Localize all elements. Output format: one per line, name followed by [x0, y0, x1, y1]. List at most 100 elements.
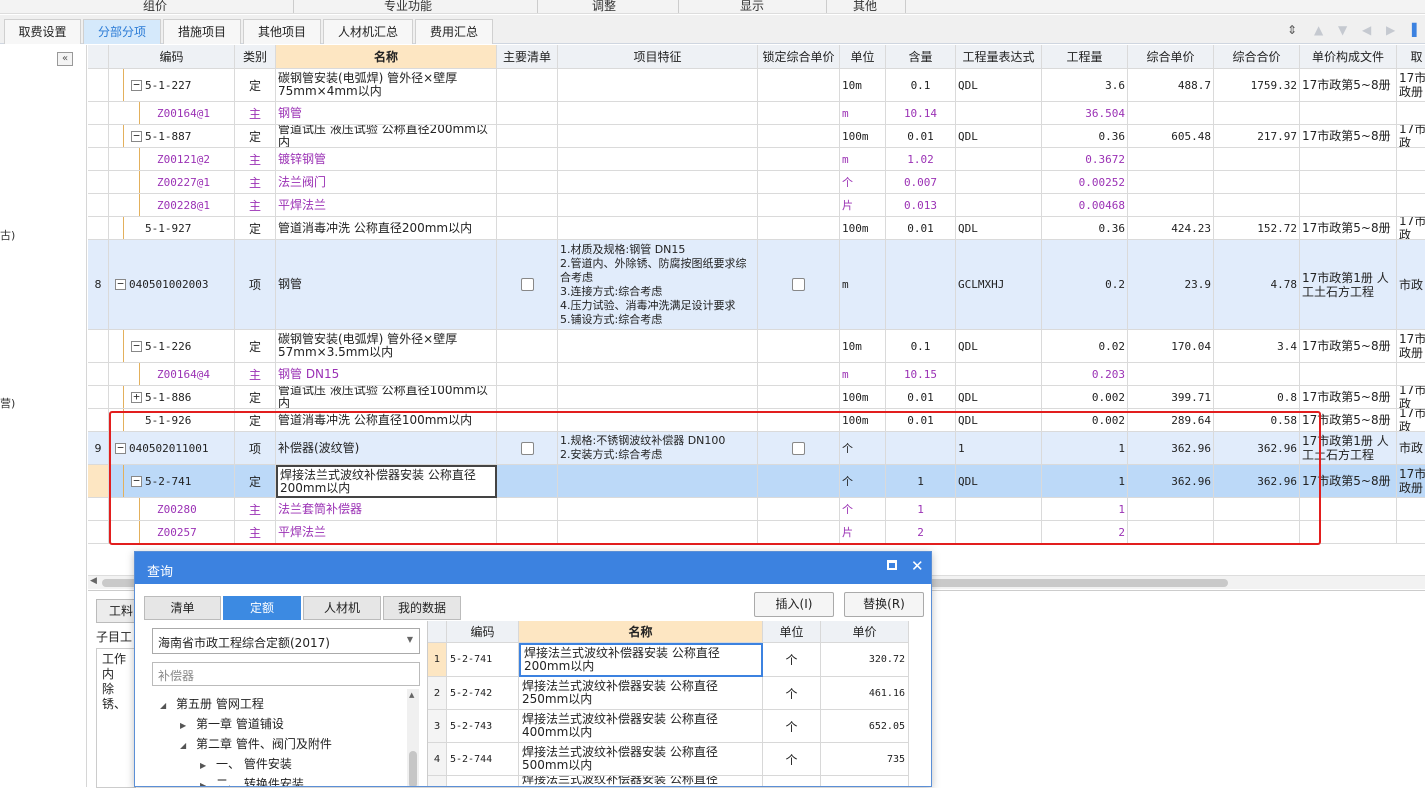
- unit-price-cell[interactable]: 362.96: [1128, 465, 1214, 498]
- header-feature[interactable]: 项目特征: [558, 45, 758, 69]
- quantity-cell[interactable]: 1: [1042, 498, 1128, 521]
- code-cell[interactable]: −040502011001: [109, 432, 235, 465]
- total-price-cell[interactable]: 1759.32: [1214, 69, 1300, 102]
- collapse-icon[interactable]: −: [131, 130, 142, 142]
- lock-price-cell[interactable]: [758, 521, 840, 544]
- content-cell[interactable]: 0.007: [886, 171, 956, 194]
- lock-price-cell[interactable]: [758, 386, 840, 409]
- tab-cost-summary[interactable]: 费用汇总: [415, 19, 493, 44]
- extra-cell[interactable]: [1397, 171, 1425, 194]
- quantity-cell[interactable]: 2: [1042, 521, 1128, 544]
- feature-cell[interactable]: [558, 409, 758, 432]
- unit-cell[interactable]: 个: [840, 465, 886, 498]
- price-file-cell[interactable]: 17市政第5~8册: [1300, 409, 1397, 432]
- quantity-cell[interactable]: 1: [1042, 465, 1128, 498]
- dialog-tab-bill[interactable]: 清单: [144, 596, 221, 620]
- dialog-tab-my-data[interactable]: 我的数据: [383, 596, 461, 620]
- unit-price-cell[interactable]: [1128, 363, 1214, 386]
- feature-cell[interactable]: 1.材质及规格:钢管 DN15 2.管道内、外除锈、防腐按图纸要求综合考虑 3.…: [558, 240, 758, 330]
- tree-collapse-icon[interactable]: ◢: [160, 701, 168, 710]
- lock-price-cell[interactable]: [758, 69, 840, 102]
- feature-cell[interactable]: [558, 69, 758, 102]
- name-cell[interactable]: 平焊法兰: [276, 521, 497, 544]
- code-cell[interactable]: −5-2-741: [109, 465, 235, 498]
- code-cell[interactable]: −5-1-227: [109, 69, 235, 102]
- code-cell[interactable]: −040501002003: [109, 240, 235, 330]
- expression-cell[interactable]: QDL: [956, 69, 1042, 102]
- feature-cell[interactable]: [558, 148, 758, 171]
- tree-expand-icon[interactable]: ▶: [180, 721, 188, 730]
- name-cell[interactable]: 法兰阀门: [276, 171, 497, 194]
- extra-cell[interactable]: 17市政: [1397, 125, 1425, 148]
- left-tree-fragment[interactable]: 古): [0, 227, 15, 243]
- feature-cell[interactable]: [558, 465, 758, 498]
- collapse-panel-icon[interactable]: «: [57, 52, 73, 66]
- unit-price-cell[interactable]: 170.04: [1128, 330, 1214, 363]
- ribbon-group-other[interactable]: 其他: [853, 0, 877, 13]
- results-code-cell[interactable]: 5-2-742: [447, 677, 519, 710]
- scroll-up-icon[interactable]: ▲: [409, 691, 414, 699]
- header-unit-price[interactable]: 综合单价: [1128, 45, 1214, 69]
- results-code-cell[interactable]: 5-2-741: [447, 643, 519, 677]
- quota-search-input[interactable]: 补偿器: [152, 662, 420, 686]
- results-unit-cell[interactable]: [763, 776, 821, 786]
- extra-cell[interactable]: [1397, 102, 1425, 125]
- code-cell[interactable]: Z00280: [109, 498, 235, 521]
- unit-price-cell[interactable]: 488.7: [1128, 69, 1214, 102]
- extra-cell[interactable]: [1397, 148, 1425, 171]
- results-price-cell[interactable]: [821, 776, 909, 786]
- code-cell[interactable]: +5-1-886: [109, 386, 235, 409]
- content-cell[interactable]: 2: [886, 521, 956, 544]
- unit-cell[interactable]: m: [840, 148, 886, 171]
- content-cell[interactable]: 0.01: [886, 125, 956, 148]
- lock-price-cell[interactable]: [758, 102, 840, 125]
- unit-cell[interactable]: 100m: [840, 409, 886, 432]
- price-file-cell[interactable]: 17市政第5~8册: [1300, 386, 1397, 409]
- header-name[interactable]: 名称: [276, 45, 497, 69]
- work-content-box[interactable]: 工作内 除锈、: [96, 648, 136, 788]
- name-cell[interactable]: 补偿器(波纹管): [276, 432, 497, 465]
- name-cell[interactable]: 碳钢管安装(电弧焊) 管外径×壁厚75mm×4mm以内: [276, 69, 497, 102]
- left-tree-fragment[interactable]: 营): [0, 395, 15, 411]
- column-settings-icon[interactable]: ⇕: [1287, 23, 1297, 37]
- unit-cell[interactable]: m: [840, 363, 886, 386]
- extra-cell[interactable]: 17市政: [1397, 409, 1425, 432]
- unit-price-cell[interactable]: [1128, 102, 1214, 125]
- results-price-cell[interactable]: 320.72: [821, 643, 909, 677]
- name-cell[interactable]: 管道试压 液压试验 公称直径100mm以内: [276, 386, 497, 409]
- unit-cell[interactable]: 个: [840, 498, 886, 521]
- total-price-cell[interactable]: [1214, 194, 1300, 217]
- tree-item[interactable]: ▶ 第一章 管道铺设: [180, 715, 284, 732]
- extra-cell[interactable]: 17市政册: [1397, 330, 1425, 363]
- tree-item[interactable]: ▶ 一、 管件安装: [200, 755, 292, 772]
- lock-price-cell[interactable]: [758, 409, 840, 432]
- name-cell[interactable]: 镀锌钢管: [276, 148, 497, 171]
- unit-price-cell[interactable]: [1128, 498, 1214, 521]
- code-cell[interactable]: Z00227@1: [109, 171, 235, 194]
- results-code-cell[interactable]: [447, 776, 519, 786]
- price-file-cell[interactable]: [1300, 148, 1397, 171]
- expand-icon[interactable]: +: [131, 391, 142, 403]
- main-list-cell[interactable]: [497, 217, 558, 240]
- header-code[interactable]: 编码: [109, 45, 235, 69]
- quantity-cell[interactable]: 0.02: [1042, 330, 1128, 363]
- price-file-cell[interactable]: [1300, 171, 1397, 194]
- move-down-icon[interactable]: ▼: [1338, 23, 1347, 37]
- unit-cell[interactable]: 个: [840, 171, 886, 194]
- results-header-name[interactable]: 名称: [519, 621, 763, 643]
- total-price-cell[interactable]: 0.58: [1214, 409, 1300, 432]
- results-price-cell[interactable]: 735: [821, 743, 909, 776]
- extra-cell[interactable]: 17市政: [1397, 386, 1425, 409]
- expression-cell[interactable]: QDL: [956, 386, 1042, 409]
- unit-cell[interactable]: 个: [840, 432, 886, 465]
- content-cell[interactable]: [886, 432, 956, 465]
- replace-button[interactable]: 替换(R): [844, 592, 924, 617]
- extra-cell[interactable]: [1397, 521, 1425, 544]
- price-file-cell[interactable]: [1300, 102, 1397, 125]
- header-content[interactable]: 含量: [886, 45, 956, 69]
- lock-price-cell[interactable]: [758, 171, 840, 194]
- content-cell[interactable]: 1.02: [886, 148, 956, 171]
- move-right-icon[interactable]: ▶: [1386, 23, 1395, 37]
- main-list-cell[interactable]: [497, 330, 558, 363]
- main-list-cell[interactable]: [497, 194, 558, 217]
